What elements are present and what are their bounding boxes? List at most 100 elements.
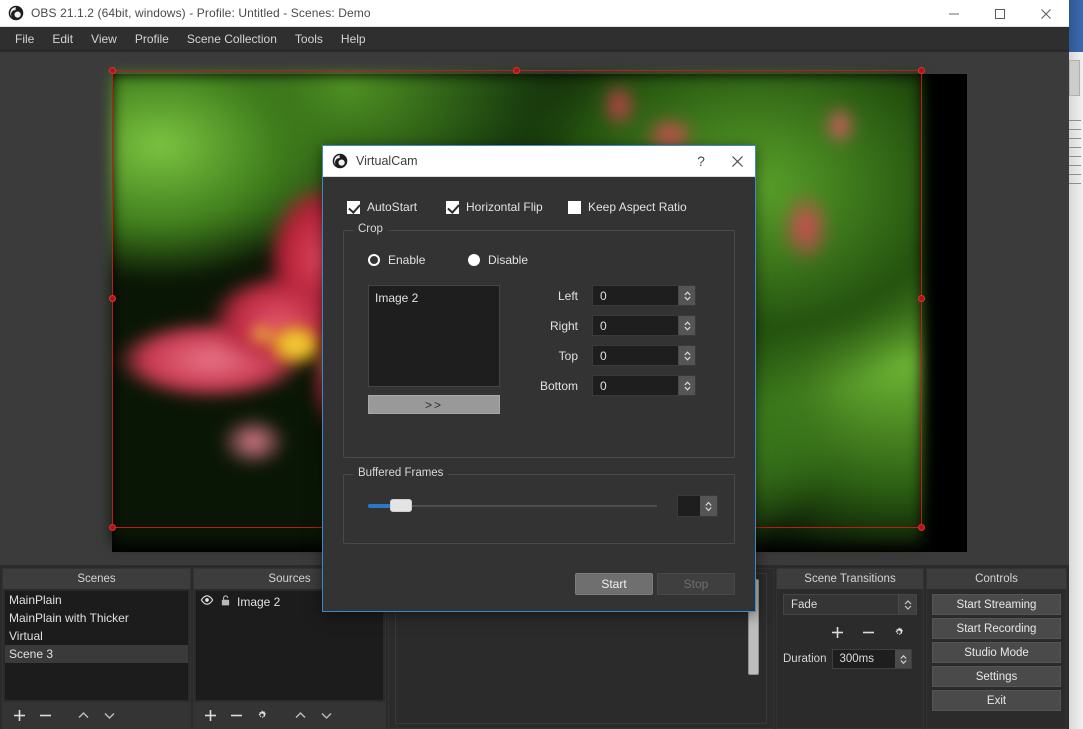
remove-source-icon[interactable] <box>224 704 248 726</box>
crop-group: Crop Enable Disable Image 2 >> Left 0 Ri… <box>343 223 735 458</box>
buffered-frames-spinbox[interactable] <box>677 495 718 517</box>
menu-scene-collection[interactable]: Scene Collection <box>178 29 286 49</box>
start-recording-button[interactable]: Start Recording <box>932 618 1061 639</box>
add-transition-icon[interactable] <box>825 621 849 643</box>
move-scene-up-icon[interactable] <box>71 704 95 726</box>
resize-handle-top-right[interactable] <box>918 67 925 74</box>
transitions-dock: Scene Transitions Fade Duration 300ms <box>776 568 924 729</box>
remove-transition-icon[interactable] <box>856 621 880 643</box>
keep-aspect-ratio-label: Keep Aspect Ratio <box>588 200 687 214</box>
crop-left-value: 0 <box>600 288 607 303</box>
buffered-frames-group: Buffered Frames <box>343 467 735 544</box>
crop-bottom-stepper-icon[interactable] <box>678 376 695 395</box>
crop-right-value: 0 <box>600 318 607 333</box>
minimize-button[interactable] <box>931 0 977 27</box>
transition-properties-gear-icon[interactable] <box>887 621 911 643</box>
move-source-down-icon[interactable] <box>314 704 338 726</box>
crop-left-spinbox[interactable]: 0 <box>592 285 696 306</box>
obs-logo-icon <box>8 5 24 21</box>
autostart-checkbox[interactable]: AutoStart <box>347 200 446 214</box>
move-source-up-icon[interactable] <box>288 704 312 726</box>
radio-unselected-icon[interactable] <box>468 254 480 266</box>
help-button[interactable]: ? <box>683 146 719 177</box>
crop-bottom-spinbox[interactable]: 0 <box>592 375 696 396</box>
checkbox-box-icon[interactable] <box>568 200 581 214</box>
crop-right-spinbox[interactable]: 0 <box>592 315 696 336</box>
crop-enable-radio[interactable]: Enable <box>368 253 468 267</box>
scenes-dock-body: MainPlain MainPlain with Thicker Virtual… <box>2 589 191 729</box>
add-source-icon[interactable] <box>198 704 222 726</box>
settings-button[interactable]: Settings <box>932 666 1061 687</box>
window-controls <box>931 0 1069 27</box>
scenes-dock-title: Scenes <box>2 568 191 589</box>
list-item[interactable]: Virtual <box>5 627 188 645</box>
duration-stepper-icon[interactable] <box>895 650 912 668</box>
list-item[interactable]: Scene 3 <box>5 645 188 663</box>
source-label: Image 2 <box>237 594 281 609</box>
background-scrollbar-thumb[interactable] <box>1069 60 1080 96</box>
virtualcam-dialog[interactable]: VirtualCam ? AutoStart Horizontal Flip K… <box>322 145 756 612</box>
sources-toolbar <box>194 702 385 728</box>
crop-top-spinbox[interactable]: 0 <box>592 345 696 366</box>
crop-expand-button[interactable]: >> <box>368 395 500 414</box>
menu-help[interactable]: Help <box>332 29 375 49</box>
crop-top-row: Top 0 <box>530 345 718 366</box>
crop-top-stepper-icon[interactable] <box>678 346 695 365</box>
duration-label: Duration <box>783 653 827 665</box>
resize-handle-top-center[interactable] <box>513 67 520 74</box>
menu-view[interactable]: View <box>82 29 126 49</box>
start-streaming-button[interactable]: Start Streaming <box>932 594 1061 615</box>
checkbox-box-icon[interactable] <box>446 200 459 214</box>
gear-icon[interactable] <box>250 704 274 726</box>
lock-open-icon[interactable] <box>219 594 232 610</box>
scenes-list[interactable]: MainPlain MainPlain with Thicker Virtual… <box>5 591 188 700</box>
keep-aspect-ratio-checkbox[interactable]: Keep Aspect Ratio <box>568 200 687 214</box>
menu-profile[interactable]: Profile <box>126 29 178 49</box>
transitions-dock-body: Fade Duration 300ms <box>776 589 924 729</box>
dialog-close-button[interactable] <box>719 146 755 177</box>
resize-handle-top-left[interactable] <box>109 67 116 74</box>
start-button[interactable]: Start <box>575 573 653 595</box>
menu-file[interactable]: File <box>6 29 43 49</box>
menu-tools[interactable]: Tools <box>286 29 332 49</box>
crop-disable-radio[interactable]: Disable <box>468 253 528 267</box>
controls-dock-title: Controls <box>926 568 1067 589</box>
crop-group-title: Crop <box>353 223 388 235</box>
crop-disable-label: Disable <box>488 253 529 267</box>
crop-mode-radios: Enable Disable <box>360 253 718 267</box>
window-title: OBS 21.1.2 (64bit, windows) - Profile: U… <box>31 6 371 20</box>
crop-source-list[interactable]: Image 2 <box>368 285 500 387</box>
screen: OBS 21.1.2 (64bit, windows) - Profile: U… <box>0 0 1083 729</box>
transitions-dock-title: Scene Transitions <box>776 568 924 589</box>
slider-handle[interactable] <box>390 499 412 512</box>
list-item[interactable]: MainPlain <box>5 591 188 609</box>
chevron-updown-icon[interactable] <box>898 595 916 614</box>
remove-scene-icon[interactable] <box>33 704 57 726</box>
radio-selected-icon[interactable] <box>368 254 380 266</box>
exit-button[interactable]: Exit <box>932 690 1061 711</box>
stop-button: Stop <box>657 573 735 595</box>
eye-icon[interactable] <box>200 593 214 610</box>
add-scene-icon[interactable] <box>7 704 31 726</box>
close-button[interactable] <box>1023 0 1069 27</box>
move-scene-down-icon[interactable] <box>97 704 121 726</box>
buffered-frames-slider[interactable] <box>368 496 657 516</box>
studio-mode-button[interactable]: Studio Mode <box>932 642 1061 663</box>
dialog-body: AutoStart Horizontal Flip Keep Aspect Ra… <box>323 177 755 544</box>
dialog-title: VirtualCam <box>356 154 418 168</box>
duration-spinbox[interactable]: 300ms <box>832 649 913 669</box>
scene-label: Scene 3 <box>9 647 54 661</box>
checkbox-box-icon[interactable] <box>347 200 360 214</box>
list-item[interactable]: Image 2 <box>375 291 493 305</box>
list-item[interactable]: MainPlain with Thicker <box>5 609 188 627</box>
scenes-toolbar <box>3 702 190 728</box>
transition-buttons <box>783 621 917 643</box>
horizontal-flip-label: Horizontal Flip <box>466 200 543 214</box>
horizontal-flip-checkbox[interactable]: Horizontal Flip <box>446 200 568 214</box>
crop-right-stepper-icon[interactable] <box>678 316 695 335</box>
transition-select[interactable]: Fade <box>783 594 917 615</box>
crop-left-stepper-icon[interactable] <box>678 286 695 305</box>
menu-edit[interactable]: Edit <box>43 29 82 49</box>
buffered-frames-stepper-icon[interactable] <box>700 496 717 516</box>
maximize-button[interactable] <box>977 0 1023 27</box>
